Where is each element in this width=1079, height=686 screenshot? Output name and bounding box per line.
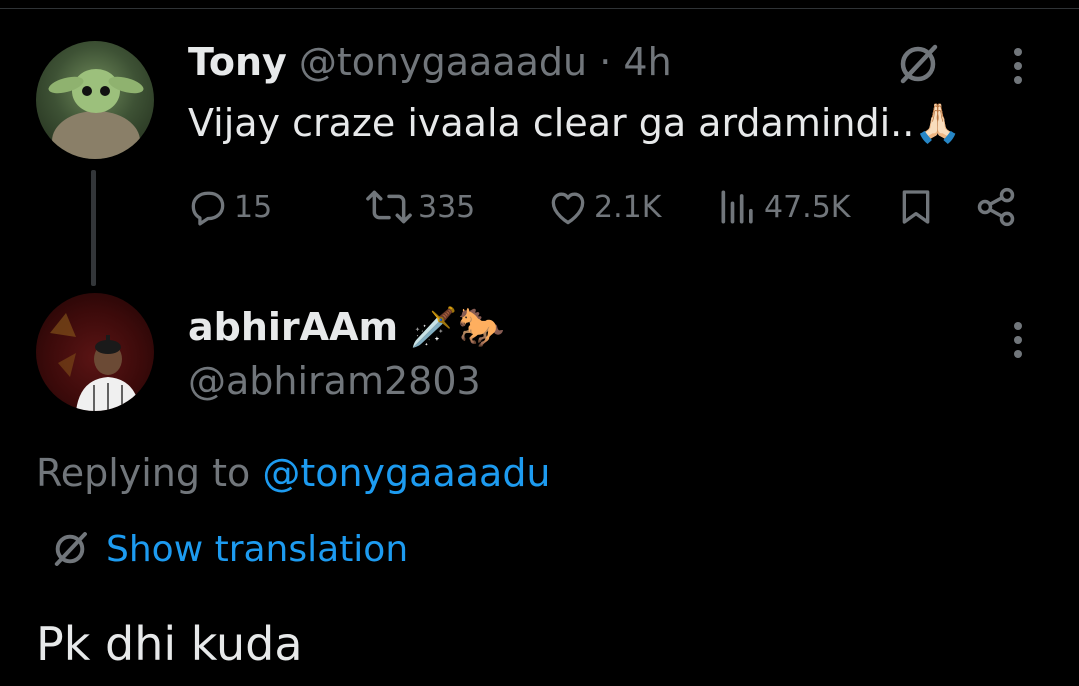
replying-label: Replying to (36, 451, 251, 495)
author-handle[interactable]: @tonygaaaadu (299, 40, 587, 84)
avatar[interactable] (36, 293, 154, 411)
avatar-image (50, 313, 140, 411)
more-icon[interactable] (1000, 44, 1036, 88)
name-emojis: 🗡️🐎 (410, 305, 505, 349)
tweet-body: Vijay craze ivaala clear ga ardamindi.. (188, 101, 915, 145)
avatar[interactable] (36, 41, 154, 159)
views-count: 47.5K (764, 189, 851, 225)
translate-icon (54, 532, 87, 566)
author-name[interactable]: Tony (188, 40, 287, 84)
show-translation-label: Show translation (106, 528, 409, 570)
tweet-text: Vijay craze ivaala clear ga ardamindi..🙏… (188, 98, 962, 148)
separator-dot: · (599, 40, 612, 84)
top-divider (0, 8, 1079, 9)
author-handle[interactable]: @abhiram2803 (188, 356, 481, 406)
avatar-image (48, 69, 144, 159)
reply-header: abhirAAm 🗡️🐎 (188, 302, 505, 352)
timestamp[interactable]: 4h (623, 40, 671, 84)
like-icon (551, 192, 585, 225)
like-count: 2.1K (594, 189, 662, 225)
reply-count: 15 (234, 189, 273, 225)
like-button[interactable]: 2.1K (546, 182, 661, 232)
author-name[interactable]: abhirAAm (188, 305, 398, 349)
show-translation-button[interactable]: Show translation (48, 524, 408, 574)
share-button[interactable] (974, 182, 1018, 232)
replying-to: Replying to @tonygaaaadu (36, 448, 551, 498)
tweet-emoji: 🙏🏻 (914, 101, 962, 145)
reply-text: Pk dhi kuda (36, 617, 303, 671)
tweet-header: Tony @tonygaaaadu · 4h (188, 38, 672, 86)
bookmark-button[interactable] (896, 182, 936, 232)
reply-button[interactable]: 15 (186, 182, 272, 232)
views-button[interactable]: 47.5K (716, 182, 850, 232)
replying-to-link[interactable]: @tonygaaaadu (262, 451, 550, 495)
thread-connector (91, 170, 96, 286)
reply-icon (191, 191, 225, 226)
bookmark-icon (902, 190, 930, 224)
more-icon[interactable] (1000, 318, 1036, 362)
retweet-count: 335 (418, 189, 476, 225)
retweet-button[interactable]: 335 (364, 182, 475, 232)
retweet-icon (366, 190, 412, 224)
share-icon (977, 187, 1015, 227)
views-icon (721, 190, 753, 224)
translate-icon[interactable] (890, 36, 946, 92)
